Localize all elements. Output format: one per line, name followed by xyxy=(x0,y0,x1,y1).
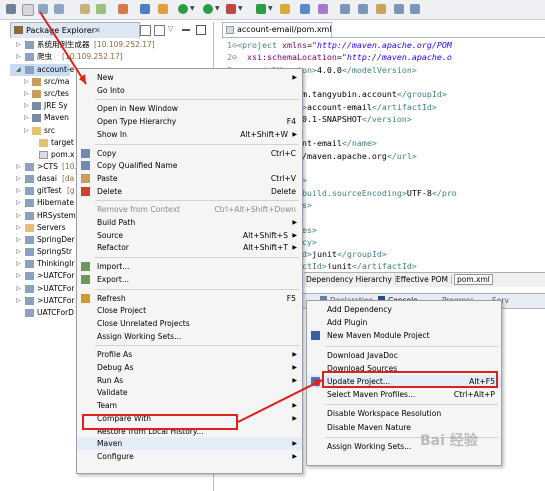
arrow-to-project xyxy=(39,11,87,85)
arrow-to-update xyxy=(237,379,323,423)
annotation-arrows xyxy=(39,11,323,423)
baidu-watermark: Bai 经验 xyxy=(420,433,478,449)
